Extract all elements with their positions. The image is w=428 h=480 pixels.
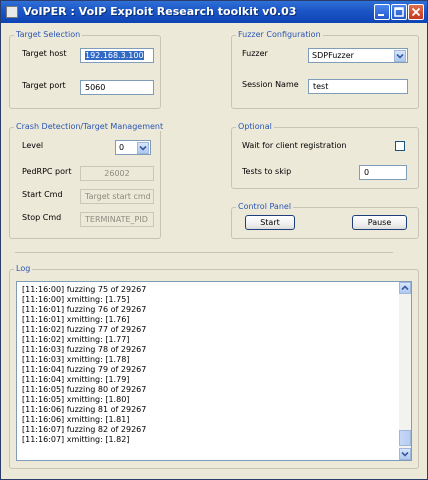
- scroll-up-button[interactable]: [399, 282, 411, 294]
- target-selection-legend: Target Selection: [14, 30, 83, 39]
- crash-detection-group: Crash Detection/Target Management Level …: [9, 122, 166, 239]
- log-output[interactable]: [11:16:00] fuzzing 75 of 29267 [11:16:00…: [16, 281, 412, 461]
- app-icon: [6, 6, 18, 18]
- fuzzer-config-legend: Fuzzer Configuration: [236, 30, 323, 39]
- session-name-input[interactable]: test: [308, 79, 408, 94]
- fuzzer-dropdown-button[interactable]: [394, 50, 406, 62]
- log-line: [11:16:02] xmitting: [1.77]: [22, 335, 130, 344]
- target-host-value: 192.168.3.100: [85, 51, 144, 60]
- tests-to-skip-input[interactable]: 0: [359, 165, 407, 180]
- maximize-icon: [394, 7, 404, 17]
- main-window: VoIPER : VoIP Exploit Research toolkit v…: [0, 0, 428, 480]
- minimize-icon: [378, 14, 384, 16]
- wait-registration-checkbox[interactable]: [395, 141, 405, 151]
- log-line: [11:16:00] fuzzing 75 of 29267: [22, 285, 147, 294]
- log-line: [11:16:04] xmitting: [1.79]: [22, 375, 130, 384]
- target-selection-group: Target Selection Target host 192.168.3.1…: [9, 30, 161, 109]
- log-group: Log [11:16:00] fuzzing 75 of 29267 [11:1…: [9, 264, 419, 469]
- pause-button[interactable]: Pause: [352, 215, 407, 230]
- optional-legend: Optional: [236, 122, 274, 131]
- chevron-down-icon: [139, 145, 147, 151]
- wait-registration-label: Wait for client registration: [242, 141, 347, 150]
- control-panel-group: Control Panel Start Pause: [231, 202, 419, 239]
- log-legend: Log: [14, 264, 33, 273]
- target-host-label: Target host: [22, 49, 67, 58]
- log-line: [11:16:03] xmitting: [1.78]: [22, 355, 130, 364]
- level-dropdown-button[interactable]: [137, 142, 149, 154]
- crash-detection-legend: Crash Detection/Target Management: [14, 122, 166, 131]
- fuzzer-select[interactable]: SDPFuzzer: [308, 48, 408, 63]
- chevron-down-icon: [396, 53, 404, 59]
- level-select[interactable]: 0: [115, 140, 151, 155]
- window-title: VoIPER : VoIP Exploit Research toolkit v…: [23, 5, 297, 18]
- minimize-button[interactable]: [374, 4, 390, 20]
- log-line: [11:16:07] fuzzing 82 of 29267: [22, 425, 147, 434]
- log-line: [11:16:05] fuzzing 80 of 29267: [22, 385, 147, 394]
- log-line: [11:16:00] xmitting: [1.75]: [22, 295, 130, 304]
- session-name-label: Session Name: [242, 80, 299, 89]
- maximize-button[interactable]: [391, 4, 407, 20]
- log-scrollbar[interactable]: [399, 282, 411, 460]
- scroll-thumb[interactable]: [399, 430, 411, 446]
- optional-group: Optional Wait for client registration Te…: [231, 122, 419, 189]
- log-line: [11:16:06] xmitting: [1.81]: [22, 415, 130, 424]
- title-bar[interactable]: VoIPER : VoIP Exploit Research toolkit v…: [1, 1, 427, 23]
- close-icon: [411, 7, 421, 17]
- start-button[interactable]: Start: [245, 215, 295, 230]
- close-button[interactable]: [408, 4, 424, 20]
- log-line: [11:16:04] fuzzing 79 of 29267: [22, 365, 147, 374]
- target-host-input[interactable]: 192.168.3.100: [80, 48, 154, 63]
- level-label: Level: [22, 141, 44, 150]
- fuzzer-label: Fuzzer: [242, 49, 268, 58]
- log-line: [11:16:01] fuzzing 76 of 29267: [22, 305, 147, 314]
- start-cmd-label: Start Cmd: [22, 190, 63, 199]
- tests-to-skip-label: Tests to skip: [242, 167, 292, 176]
- chevron-down-icon: [401, 451, 409, 457]
- log-line: [11:16:07] xmitting: [1.82]: [22, 435, 130, 444]
- pedrpc-port-input[interactable]: 26002: [80, 166, 154, 181]
- pedrpc-port-label: PedRPC port: [22, 167, 72, 176]
- stop-cmd-input[interactable]: TERMINATE_PID: [80, 212, 154, 227]
- control-panel-legend: Control Panel: [236, 202, 294, 211]
- log-lines: [11:16:00] fuzzing 75 of 29267 [11:16:00…: [22, 285, 146, 445]
- log-line: [11:16:03] fuzzing 78 of 29267: [22, 345, 147, 354]
- log-line: [11:16:01] xmitting: [1.76]: [22, 315, 130, 324]
- fuzzer-config-group: Fuzzer Configuration Fuzzer SDPFuzzer Se…: [231, 30, 419, 109]
- log-line: [11:16:05] xmitting: [1.80]: [22, 395, 130, 404]
- scroll-down-button[interactable]: [399, 448, 411, 460]
- target-port-label: Target port: [22, 81, 66, 90]
- start-cmd-input[interactable]: Target start cmd: [80, 189, 154, 204]
- target-port-input[interactable]: 5060: [80, 80, 154, 95]
- log-line: [11:16:02] fuzzing 77 of 29267: [22, 325, 147, 334]
- level-selected-value: 0: [119, 143, 125, 152]
- fuzzer-selected-value: SDPFuzzer: [312, 51, 354, 60]
- log-line: [11:16:06] fuzzing 81 of 29267: [22, 405, 147, 414]
- section-divider: [15, 252, 393, 253]
- chevron-up-icon: [401, 285, 409, 291]
- stop-cmd-label: Stop Cmd: [22, 213, 62, 222]
